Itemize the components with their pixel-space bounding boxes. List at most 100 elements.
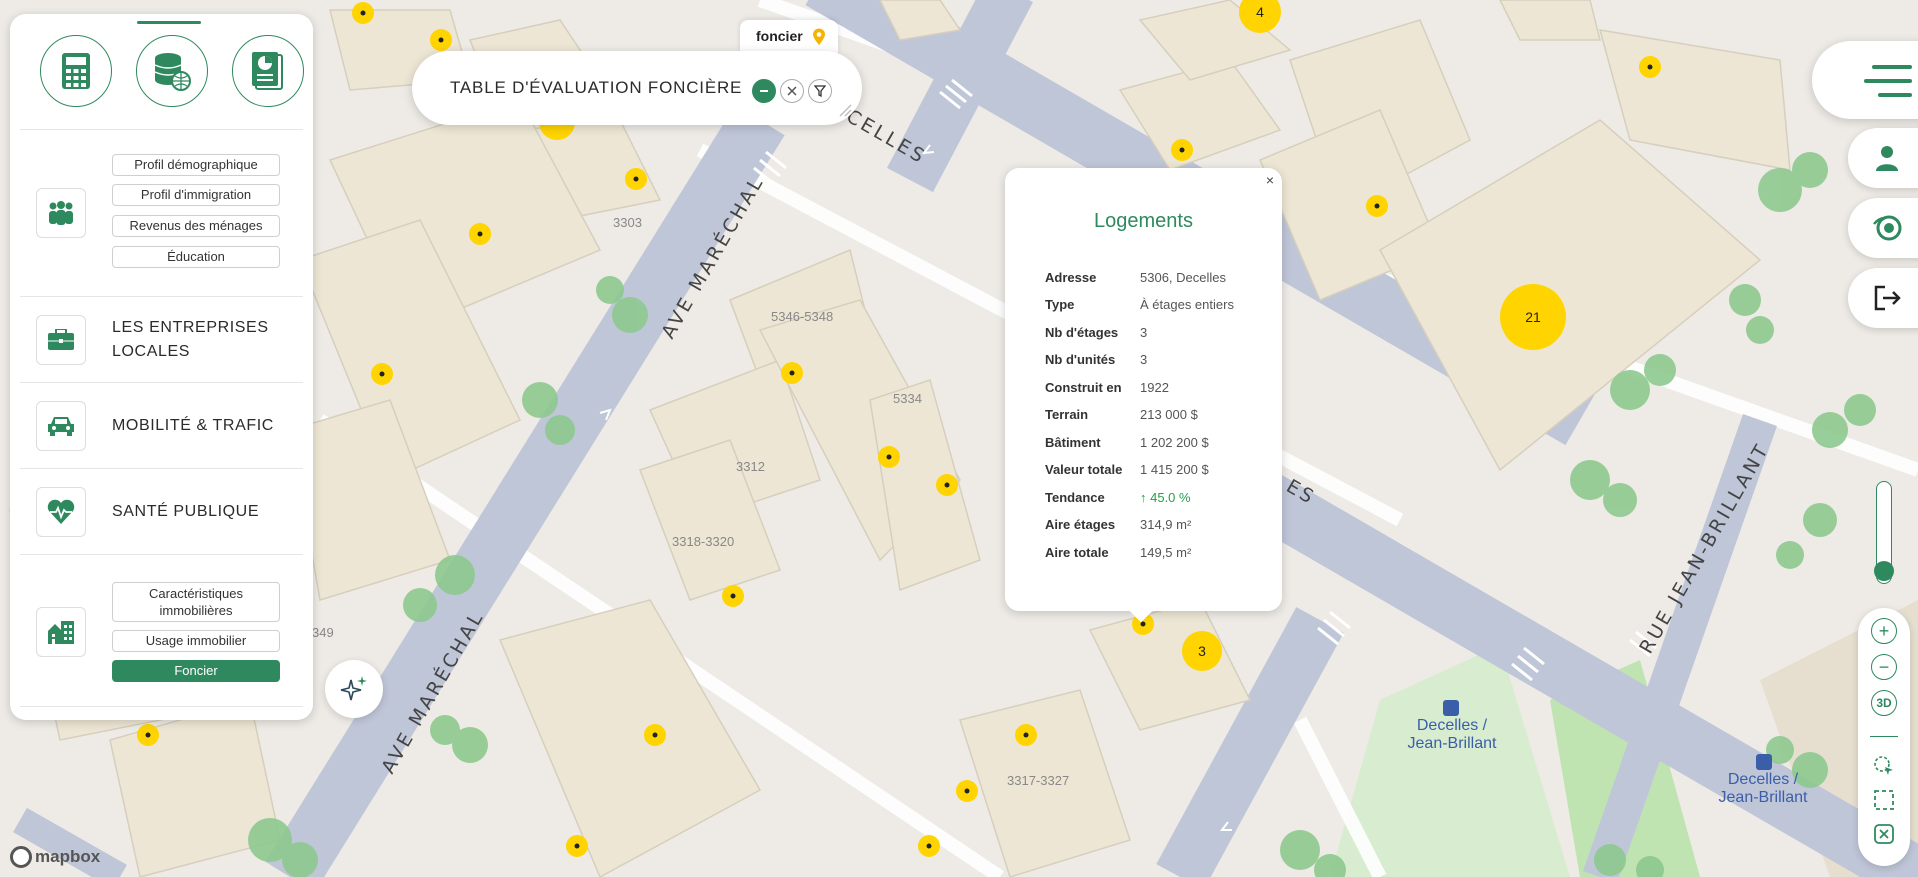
cluster-marker[interactable]: 21 <box>1500 284 1566 350</box>
briefcase-icon <box>48 329 74 350</box>
bus-stop-icon[interactable] <box>1443 700 1459 716</box>
close-table-button[interactable] <box>780 79 804 103</box>
popup-value: 149,5 m² <box>1140 545 1192 560</box>
clear-selection-icon <box>1874 824 1894 844</box>
building-number-label: 3318-3320 <box>672 534 734 549</box>
property-marker[interactable] <box>644 724 666 746</box>
property-marker[interactable] <box>722 585 744 607</box>
top-icon-bar <box>20 14 304 130</box>
tag-label: foncier <box>756 28 803 44</box>
main-menu-button[interactable] <box>1812 41 1918 119</box>
popup-row: Adresse 5306, Decelles <box>1045 270 1226 286</box>
revenus-menages-button[interactable]: Revenus des ménages <box>112 215 280 237</box>
building-number-label: 3312 <box>736 459 765 474</box>
calculator-button[interactable] <box>40 35 112 107</box>
property-marker[interactable] <box>625 168 647 190</box>
popup-key: Valeur totale <box>1045 462 1123 477</box>
cluster-marker[interactable]: 3 <box>1182 631 1222 671</box>
usage-immobilier-button[interactable]: Usage immobilier <box>112 630 280 652</box>
education-button[interactable]: Éducation <box>112 246 280 268</box>
section-demographics: Profil démographique Profil d'immigratio… <box>20 130 303 297</box>
profil-immigration-button[interactable]: Profil d'immigration <box>112 184 280 206</box>
popup-key: Type <box>1045 297 1075 312</box>
active-tab-indicator <box>137 21 201 24</box>
zoom-out-button[interactable]: − <box>1871 654 1897 680</box>
popup-row: Construit en 1922 <box>1045 380 1169 396</box>
section-icon-box <box>36 607 86 657</box>
location-pin-icon <box>813 28 825 45</box>
popup-row: Terrain 213 000 $ <box>1045 407 1198 423</box>
property-marker[interactable] <box>566 835 588 857</box>
map-controls-panel: + − 3D <box>1858 608 1910 866</box>
minus-icon <box>760 90 768 92</box>
minimize-button[interactable] <box>752 79 776 103</box>
popup-key: Nb d'unités <box>1045 352 1116 367</box>
caracteristiques-immobilieres-button[interactable]: Caractéristiques immobilières <box>112 582 280 622</box>
popup-title: Logements <box>1094 210 1193 232</box>
opacity-slider-handle[interactable] <box>1874 561 1894 581</box>
property-marker[interactable] <box>371 363 393 385</box>
popup-value: 1 415 200 $ <box>1140 462 1209 477</box>
popup-row: Nb d'étages 3 <box>1045 325 1147 341</box>
foncier-tag[interactable]: foncier <box>740 20 838 53</box>
popup-value: 3 <box>1140 325 1148 340</box>
popup-row: Nb d'unités 3 <box>1045 352 1147 368</box>
user-profile-button[interactable] <box>1848 128 1918 188</box>
property-marker[interactable] <box>936 474 958 496</box>
property-marker[interactable] <box>352 2 374 24</box>
section-local-businesses[interactable]: LES ENTREPRISES LOCALES <box>20 297 303 383</box>
ai-assistant-button[interactable] <box>325 660 383 718</box>
heart-pulse-icon <box>47 499 75 524</box>
building-number-label: 3303 <box>613 215 642 230</box>
clear-selection-button[interactable] <box>1872 822 1896 846</box>
lasso-select-button[interactable] <box>1872 754 1896 778</box>
database-globe-button[interactable] <box>136 35 208 107</box>
report-button[interactable] <box>232 35 304 107</box>
people-icon <box>49 201 73 225</box>
property-marker[interactable] <box>1015 724 1037 746</box>
eye-target-icon <box>1873 215 1902 241</box>
filter-button[interactable] <box>808 79 832 103</box>
buildings-icon <box>48 621 74 644</box>
property-marker[interactable] <box>430 29 452 51</box>
evaluation-table-header: TABLE D'ÉVALUATION FONCIÈRE <box>412 51 862 125</box>
profil-demographique-button[interactable]: Profil démographique <box>112 154 280 176</box>
transit-stop-label: Decelles / Jean-Brillant <box>1407 717 1497 752</box>
popup-value: 1922 <box>1140 380 1169 395</box>
property-marker[interactable] <box>469 223 491 245</box>
popup-key: Nb d'étages <box>1045 325 1119 340</box>
property-marker[interactable] <box>956 780 978 802</box>
popup-close-button[interactable]: × <box>1266 172 1274 188</box>
bus-stop-icon[interactable] <box>1756 754 1772 770</box>
property-marker[interactable] <box>1366 195 1388 217</box>
resize-handle-icon[interactable] <box>838 103 852 117</box>
property-marker[interactable] <box>918 835 940 857</box>
mapbox-attribution[interactable]: mapbox <box>10 846 100 868</box>
popup-key: Terrain <box>1045 407 1089 422</box>
box-select-button[interactable] <box>1872 788 1896 812</box>
transit-stop-label: Decelles / Jean-Brillant <box>1718 771 1808 806</box>
logout-button[interactable] <box>1848 268 1918 328</box>
section-title: LES ENTREPRISES LOCALES <box>112 319 269 360</box>
box-select-icon <box>1874 790 1894 810</box>
property-marker[interactable] <box>137 724 159 746</box>
left-panel: Profil démographique Profil d'immigratio… <box>10 14 313 720</box>
section-public-health[interactable]: SANTÉ PUBLIQUE <box>20 469 303 555</box>
report-chart-icon <box>252 52 283 90</box>
popup-value: 314,9 m² <box>1140 517 1192 532</box>
section-mobility[interactable]: MOBILITÉ & TRAFIC <box>20 383 303 469</box>
property-marker[interactable] <box>1171 139 1193 161</box>
property-marker[interactable] <box>781 362 803 384</box>
foncier-button[interactable]: Foncier <box>112 660 280 682</box>
section-icon-box <box>36 401 86 451</box>
visibility-button[interactable] <box>1848 198 1918 258</box>
view-3d-button[interactable]: 3D <box>1871 690 1897 716</box>
database-globe-icon <box>154 53 191 91</box>
cluster-count: 21 <box>1525 309 1541 325</box>
lasso-select-icon <box>1874 756 1893 775</box>
logout-icon <box>1874 285 1901 311</box>
zoom-in-button[interactable]: + <box>1871 618 1897 644</box>
building-number-label: 349 <box>312 625 334 640</box>
property-marker[interactable] <box>1639 56 1661 78</box>
property-marker[interactable] <box>878 446 900 468</box>
